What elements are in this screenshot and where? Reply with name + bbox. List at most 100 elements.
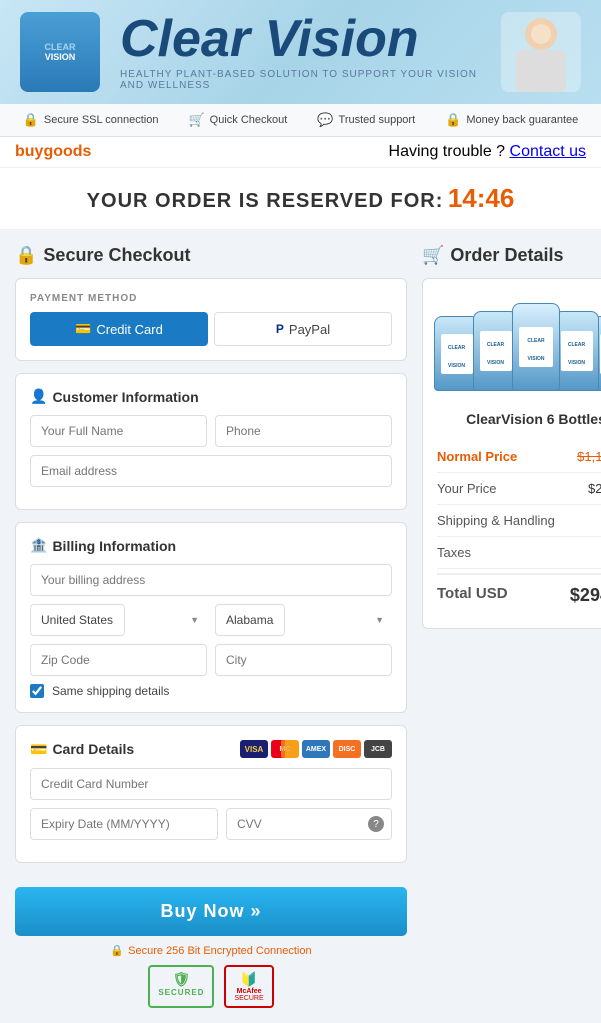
timer-section: YOUR ORDER IS RESERVED FOR: 14:46 [0,168,601,230]
timer-value: 14:46 [448,183,515,213]
mcafee-badge: 🔰 McAfee SECURE [224,965,273,1008]
secured-label: SECURED [158,988,204,997]
email-input[interactable] [30,455,392,487]
checkout-label: Quick Checkout [210,114,288,126]
address-row [30,564,392,596]
visa-icon: VISA [240,740,268,758]
secured-badge: 🛡 SECURED [148,965,214,1008]
order-box: CLEARVISION CLEARVISION CLEARVISION CLEA… [422,278,601,629]
total-label: Total USD [437,585,508,606]
credit-card-tab[interactable]: 💳 Credit Card [30,312,208,346]
card-number-input[interactable] [30,768,392,800]
cvv-help-icon[interactable]: ? [368,816,384,832]
bottles-display: CLEARVISION CLEARVISION CLEARVISION CLEA… [437,293,601,401]
country-state-row: United States Alabama [30,604,392,636]
navbar: buygoods Having trouble ? Contact us [0,137,601,168]
timer-label: YOUR ORDER IS RESERVED FOR: [87,190,444,212]
shipping-label: Shipping & Handling [437,513,555,528]
buygoods-brand: buygoods [15,143,91,161]
mcafee-secure-label: SECURE [234,995,263,1002]
card-section-header: 💳 Card Details VISA MC AMEX DISC JCB [30,740,392,758]
security-text: 🔒 Secure 256 Bit Encrypted Connection [15,944,407,957]
paypal-icon: P [276,322,284,336]
payment-method-box: PAYMENT METHOD 💳 Credit Card P PayPal [15,278,407,361]
buy-now-button[interactable]: Buy Now » [15,887,407,936]
support-icon: 💬 [317,112,333,128]
cart-icon: 🛒 [422,245,444,266]
checkout-title: 🔒 Secure Checkout [15,245,407,266]
contact-link[interactable]: Contact us [510,143,586,160]
customer-info-title: 👤 Customer Information [30,388,392,405]
discover-icon: DISC [333,740,361,758]
lock-small-icon: 🔒 [110,944,124,957]
billing-info-section: 🏦 Billing Information United States Alab… [15,522,407,713]
city-input[interactable] [215,644,392,676]
product-name: ClearVision 6 Bottles [437,411,601,427]
mcafee-label: McAfee [237,988,262,995]
expiry-input[interactable] [30,808,218,840]
product-image-area: CLEARVISION CLEARVISION CLEARVISION CLEA… [437,293,601,401]
header: CLEAR VISION Clear Vision HEALTHY PLANT-… [0,0,601,104]
zip-input[interactable] [30,644,207,676]
card-details-title: 💳 Card Details [30,741,134,758]
right-panel: 🛒 Order Details CLEARVISION CLEARVISION [407,245,601,1008]
paypal-label: PayPal [289,322,330,337]
order-details-title: 🛒 Order Details [422,245,601,266]
total-row: Total USD $294.00 [437,573,601,614]
mastercard-icon: MC [271,740,299,758]
trust-ssl: 🔒 Secure SSL connection [23,112,159,128]
state-select[interactable]: Alabama [215,604,285,636]
bottle-3: CLEARVISION [512,303,560,391]
brand-tagline: HEALTHY PLANT-BASED SOLUTION TO SUPPORT … [120,69,481,91]
card-details-section: 💳 Card Details VISA MC AMEX DISC JCB [15,725,407,863]
bottle-label-3: CLEARVISION [519,327,553,367]
credit-card-label: Credit Card [96,322,162,337]
customer-info-section: 👤 Customer Information [15,373,407,510]
header-person-image [501,12,581,92]
paypal-tab[interactable]: P PayPal [214,312,392,346]
bottle-label-2: CLEARVISION [480,331,512,371]
same-shipping-label: Same shipping details [52,684,169,698]
state-wrapper: Alabama [215,604,392,636]
total-value: $294.00 [570,585,601,606]
trust-support: 💬 Trusted support [317,112,415,128]
country-select[interactable]: United States [30,604,125,636]
trouble-text: Having trouble ? [389,143,506,160]
full-name-input[interactable] [30,415,207,447]
card-icons: VISA MC AMEX DISC JCB [240,740,392,758]
your-price-row: Your Price $294.00 [437,473,601,505]
card-number-row [30,768,392,800]
checkout-icon: 🛒 [188,112,204,128]
credit-card-icon: 💳 [75,321,91,337]
bottle-4: CLEARVISION [554,311,599,391]
taxes-row: Taxes $0.00 [437,537,601,569]
same-shipping-checkbox[interactable] [30,684,44,698]
payment-method-label: PAYMENT METHOD [30,293,392,304]
amex-icon: AMEX [302,740,330,758]
payment-tabs: 💳 Credit Card P PayPal [30,312,392,346]
same-shipping-row: Same shipping details [30,684,392,698]
support-label: Trusted support [339,114,416,126]
lock-icon: 🔒 [15,245,37,266]
ssl-label: Secure SSL connection [44,114,159,126]
bottle-label-1: CLEARVISION [441,334,473,374]
other-card-icon: JCB [364,740,392,758]
mcafee-icon: 🔰 [240,971,257,988]
ssl-icon: 🔒 [23,112,39,128]
taxes-label: Taxes [437,545,471,560]
normal-price-label: Normal Price [437,449,517,464]
normal-price-row: Normal Price $1,176.00 [437,441,601,473]
header-title-area: Clear Vision HEALTHY PLANT-BASED SOLUTIO… [120,13,481,91]
bottle-label-4: CLEARVISION [561,331,593,371]
billing-icon: 🏦 [30,537,47,554]
guarantee-label: Money back guarantee [466,114,578,126]
email-row [30,455,392,487]
trust-guarantee: 🔒 Money back guarantee [445,112,578,128]
security-row: 🔒 Secure 256 Bit Encrypted Connection 🛡 … [15,944,407,1008]
country-wrapper: United States [30,604,207,636]
trouble-area: Having trouble ? Contact us [389,143,586,161]
phone-input[interactable] [215,415,392,447]
shield-badge-icon: 🛡 [173,971,191,988]
name-phone-row [30,415,392,447]
address-input[interactable] [30,564,392,596]
